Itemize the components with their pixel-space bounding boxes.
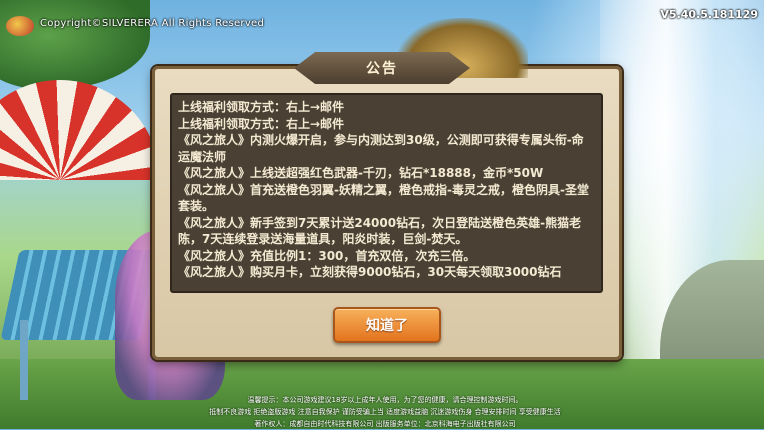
announcement-line: 上线福利领取方式：右上→邮件 [178, 116, 345, 131]
copyright-text: Copyright©SILVERERA All Rights Reserved [40, 18, 265, 29]
footer-line: 抵制不良游戏 拒绝盗版游戏 注意自我保护 谨防受骗上当 适度游戏益脑 沉迷游戏伤… [209, 408, 561, 416]
confirm-button[interactable]: 知道了 [333, 307, 441, 343]
palm-leaves [0, 0, 150, 90]
announcement-line: 上线福利领取方式：右上→邮件 [178, 100, 345, 114]
announcement-line: 《风之旅人》充值比例1：300，首充双倍，次充三倍。 [178, 248, 476, 263]
footer-line: 著作权人：成都自由时代科技有限公司 出版服务单位：北京科海电子出版社有限公司 [254, 420, 516, 428]
health-notice-footer: 温馨提示：本公司游戏建议18岁以上成年人使用，为了您的健康，请合理控制游戏时间。… [150, 394, 620, 430]
bird-logo-icon [6, 16, 34, 36]
announcement-line: 《风之旅人》首充送橙色羽翼-妖精之翼，橙色戒指-毒灵之戒，橙色阴具-圣堂套装。 [178, 182, 589, 214]
dialog-title-plate: 公告 [294, 52, 470, 84]
announcement-line: 《风之旅人》上线送超强红色武器-千刃，钻石*18888，金币*50W [178, 166, 544, 180]
beach-umbrella [0, 80, 160, 180]
version-label: V5.40.5.181129 [660, 8, 758, 21]
announcement-line: 《风之旅人》内测火爆开启，参与内测达到30级，公测即可获得专属头衔-命运魔法师 [178, 133, 584, 164]
announcement-line: 《风之旅人》新手签到7天累计送24000钻石，次日登陆送橙色英雄-熊猫老陈，7天… [178, 215, 582, 247]
dialog-title: 公告 [366, 61, 398, 77]
announcement-line: 《风之旅人》购买月卡，立刻获得9000钻石，30天每天领取3000钻石 [178, 265, 562, 279]
announcement-content[interactable]: 上线福利领取方式：右上→邮件 上线福利领取方式：右上→邮件 《风之旅人》内测火爆… [170, 93, 603, 293]
announcement-list: 上线福利领取方式：右上→邮件 上线福利领取方式：右上→邮件 《风之旅人》内测火爆… [172, 95, 601, 281]
footer-line: 温馨提示：本公司游戏建议18岁以上成年人使用，为了您的健康，请合理控制游戏时间。 [247, 396, 523, 404]
